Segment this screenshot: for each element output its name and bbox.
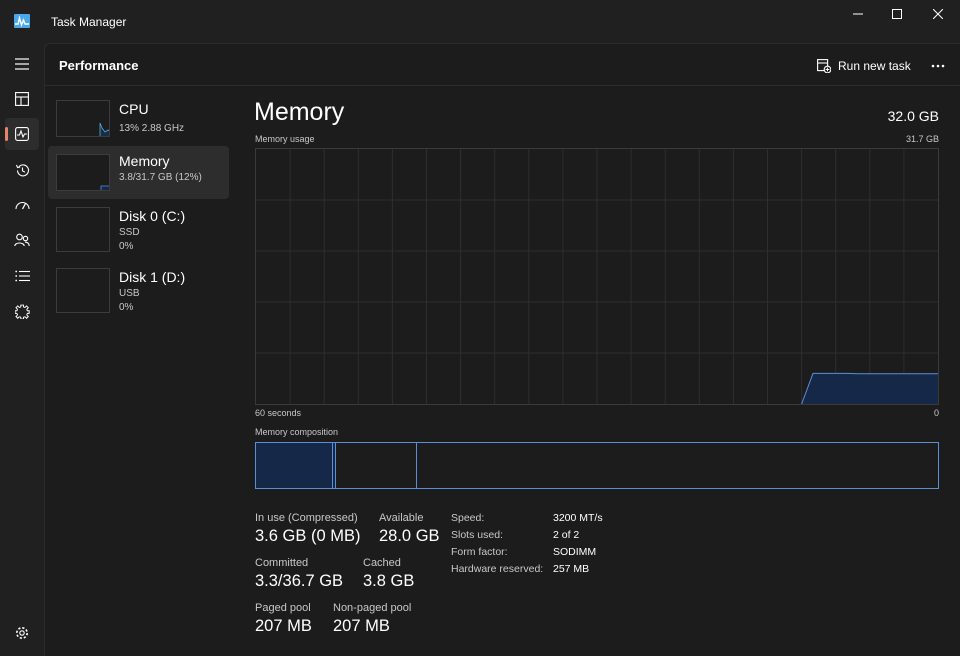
details-icon	[14, 270, 30, 282]
perf-item-detail: 3.8/31.7 GB (12%)	[119, 172, 202, 183]
services-icon	[14, 304, 30, 319]
app-history-icon	[15, 163, 29, 176]
settings-button[interactable]	[5, 617, 39, 649]
cpu-thumbnail-graph	[56, 100, 110, 137]
perf-item-name: Disk 1 (D:)	[119, 269, 186, 285]
hamburger-menu-icon	[15, 58, 29, 70]
nav-processes[interactable]	[5, 83, 39, 115]
nav-users[interactable]	[5, 224, 39, 256]
task-manager-app-icon	[14, 14, 30, 28]
performance-icon	[15, 127, 29, 141]
slots-used-label: Slots used:	[451, 529, 503, 541]
memory-composition-bar	[255, 442, 939, 489]
perf-item-detail: 13% 2.88 GHz	[119, 123, 185, 134]
perf-item-memory[interactable]: Memory 3.8/31.7 GB (12%)	[48, 146, 229, 199]
nav-services[interactable]	[5, 295, 39, 327]
composition-standby-segment	[336, 443, 418, 488]
hamburger-menu-button[interactable]	[5, 48, 39, 80]
close-button[interactable]	[916, 0, 960, 28]
nav-details[interactable]	[5, 260, 39, 292]
paged-pool-value: 207 MB	[255, 617, 312, 635]
in-use-label: In use (Compressed)	[255, 512, 358, 524]
minimize-button[interactable]	[836, 0, 880, 28]
window-title: Task Manager	[51, 15, 127, 29]
hardware-reserved-value: 257 MB	[553, 563, 590, 575]
title-bar: Task Manager	[0, 0, 960, 43]
form-factor-value: SODIMM	[553, 546, 597, 558]
maximize-icon	[892, 9, 902, 19]
cached-label: Cached	[363, 557, 401, 569]
perf-item-name: Disk 0 (C:)	[119, 208, 186, 224]
in-use-value: 3.6 GB (0 MB)	[255, 527, 361, 545]
memory-composition-label: Memory composition	[255, 427, 339, 437]
run-new-task-label: Run new task	[838, 59, 911, 73]
nav-performance[interactable]	[5, 118, 39, 150]
graph-time-axis-left: 60 seconds	[255, 408, 302, 418]
close-icon	[933, 9, 943, 19]
memory-usage-area	[801, 373, 938, 404]
perf-item-cpu[interactable]: CPU 13% 2.88 GHz	[48, 96, 229, 149]
memory-total: 32.0 GB	[887, 108, 939, 124]
page-header: Performance Run new task	[45, 44, 960, 86]
more-options-icon	[931, 64, 945, 68]
perf-item-detail: SSD	[119, 227, 140, 238]
perf-item-disk-0[interactable]: Disk 0 (C:) SSD 0%	[48, 203, 229, 256]
memory-thumbnail-graph	[56, 154, 110, 191]
non-paged-pool-value: 207 MB	[333, 617, 390, 635]
memory-detail-pane: Memory 32.0 GB Memory usage 31.7 GB 60 s…	[245, 86, 960, 656]
perf-item-name: CPU	[119, 101, 149, 117]
non-paged-pool-label: Non-paged pool	[333, 602, 412, 614]
page-title: Performance	[59, 58, 139, 73]
maximize-button[interactable]	[875, 0, 919, 28]
graph-time-axis-right: 0	[933, 408, 939, 418]
more-options-button[interactable]	[927, 55, 949, 77]
available-label: Available	[379, 512, 424, 524]
memory-usage-graph	[255, 148, 939, 405]
disk-0-thumbnail-graph	[56, 207, 110, 252]
perf-item-detail: USB	[119, 288, 140, 299]
perf-item-disk-1[interactable]: Disk 1 (D:) USB 0%	[48, 264, 229, 317]
memory-usage-max: 31.7 GB	[905, 134, 939, 144]
disk-1-thumbnail-graph	[56, 268, 110, 313]
composition-free-segment	[417, 443, 938, 488]
perf-item-usage: 0%	[119, 302, 134, 313]
performance-resource-list: CPU 13% 2.88 GHz Memory 3.8/31.7 GB (12%…	[45, 86, 245, 656]
speed-value: 3200 MT/s	[553, 512, 603, 524]
available-value: 28.0 GB	[379, 527, 440, 545]
slots-used-value: 2 of 2	[553, 529, 580, 541]
memory-usage-label: Memory usage	[255, 134, 315, 144]
run-new-task-icon	[817, 59, 831, 73]
hardware-reserved-label: Hardware reserved:	[451, 563, 544, 575]
committed-value: 3.3/36.7 GB	[255, 572, 344, 590]
startup-apps-icon	[14, 201, 30, 210]
memory-heading: Memory	[254, 98, 345, 126]
paged-pool-label: Paged pool	[255, 602, 311, 614]
composition-in-use-segment	[256, 443, 334, 488]
committed-label: Committed	[255, 557, 309, 569]
settings-gear-icon	[16, 627, 28, 639]
cached-value: 3.8 GB	[363, 572, 415, 590]
nav-startup-apps[interactable]	[5, 189, 39, 221]
active-nav-indicator	[5, 127, 8, 141]
minimize-icon	[853, 13, 863, 15]
form-factor-label: Form factor:	[451, 546, 508, 558]
content-area: Performance Run new task CPU 13% 2.88 GH…	[44, 43, 960, 656]
memory-usage-chart	[256, 149, 938, 405]
processes-icon	[15, 92, 29, 106]
users-icon	[14, 233, 30, 247]
run-new-task-button[interactable]: Run new task	[817, 57, 911, 75]
perf-item-name: Memory	[119, 153, 170, 169]
nav-app-history[interactable]	[5, 154, 39, 186]
navigation-rail	[0, 43, 44, 656]
perf-item-usage: 0%	[119, 241, 134, 252]
speed-label: Speed:	[451, 512, 485, 524]
